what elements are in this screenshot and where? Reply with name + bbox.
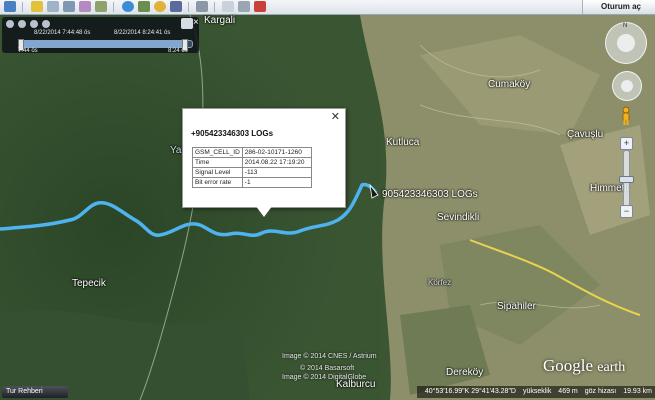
polygon-icon[interactable] <box>47 1 59 12</box>
time-range-right: 8/22/2014 8:24:41 ös <box>114 30 171 36</box>
place-cavuslu: Çavuşlu <box>567 129 604 140</box>
time-start-label: 7:44 ös <box>18 48 38 54</box>
cell-value: -1 <box>241 177 312 188</box>
move-joystick[interactable] <box>612 71 642 101</box>
time-slider-track[interactable] <box>18 39 193 51</box>
cell-value: -113 <box>241 167 312 178</box>
credit-digitalglobe: Image © 2014 DigitalGlobe <box>282 374 367 381</box>
earth-icon[interactable] <box>122 1 134 12</box>
cell-value: 286-02-10171-1260 <box>241 147 312 158</box>
balloon-table: GSM_CELL_ID 286-02-10171-1260 Time 2014.… <box>192 147 312 188</box>
place-kutluca: Kutluca <box>386 137 420 148</box>
place-ya: Ya <box>170 145 182 156</box>
place-sipahiler: Sipahiler <box>497 301 536 312</box>
status-elevation-label: yükseklik <box>522 388 552 395</box>
balloon-tail <box>255 205 273 217</box>
place-derekoy: Dereköy <box>446 367 484 378</box>
record-tour-icon[interactable] <box>95 1 107 12</box>
cell-key: GSM_CELL_ID <box>192 147 243 158</box>
place-kargali: Kargali <box>204 15 236 26</box>
status-bar: 40°53'16.99"K 29°41'43.28"D yükseklik 46… <box>416 386 655 398</box>
overlay-icon[interactable] <box>79 1 91 12</box>
status-elevation: 469 m <box>558 388 578 395</box>
cell-key: Bit error rate <box>192 177 243 188</box>
time-range-left: 8/22/2014 7:44:48 ös <box>34 30 91 36</box>
place-korfez: Körfez <box>428 278 452 287</box>
pegman-icon[interactable] <box>620 106 632 126</box>
clock-icon[interactable] <box>6 20 14 28</box>
table-row: Bit error rate -1 <box>192 177 312 188</box>
sidebar-toggle-icon[interactable] <box>4 1 16 12</box>
table-row: Signal Level -113 <box>192 167 312 178</box>
zoom-slider-thumb[interactable] <box>619 176 634 184</box>
place-cumakoy: Cumaköy <box>488 79 531 90</box>
logo-google: Google <box>543 356 594 375</box>
status-eye-altitude: 19.93 km <box>623 388 652 395</box>
zoom-out-button[interactable]: − <box>620 205 633 218</box>
look-joystick[interactable]: N <box>605 22 647 64</box>
tour-guide-button[interactable]: Tur Rehberi <box>2 386 68 398</box>
move-center-icon[interactable] <box>621 80 633 92</box>
cell-key: Signal Level <box>192 167 243 178</box>
signin-button[interactable]: Oturum aç <box>581 0 655 14</box>
info-balloon: ✕ +905423346303 LOGs GSM_CELL_ID 286-02-… <box>182 108 346 208</box>
place-sevindikli: Sevindikli <box>437 212 480 223</box>
email-icon[interactable] <box>222 1 234 12</box>
zoom-out-time-icon[interactable] <box>30 20 38 28</box>
status-eye-label: göz hizası <box>584 388 617 395</box>
zoom-in-time-icon[interactable] <box>18 20 26 28</box>
path-icon[interactable] <box>63 1 75 12</box>
credit-basarsoft: © 2014 Basarsoft <box>300 365 355 372</box>
google-earth-logo: Google earth <box>543 356 625 376</box>
historical-imagery-icon[interactable] <box>138 1 150 12</box>
time-slider-fill <box>20 41 186 47</box>
close-time-slider-icon[interactable]: × <box>193 18 199 29</box>
track-label[interactable]: 905423346303 LOGs <box>382 189 478 200</box>
time-end-label: 8:24 ös <box>168 48 188 54</box>
cell-value: 2014.08.22 17:19:20 <box>241 157 312 168</box>
look-center-icon[interactable] <box>617 34 635 52</box>
toolbar: Oturum aç <box>0 0 655 15</box>
zoom-in-button[interactable]: + <box>620 137 633 150</box>
credit-cnes: Image © 2014 CNES / Astrium <box>282 353 377 360</box>
placemark-icon[interactable] <box>31 1 43 12</box>
table-row: GSM_CELL_ID 286-02-10171-1260 <box>192 147 312 158</box>
logo-earth: earth <box>597 360 626 375</box>
north-label: N <box>623 23 628 29</box>
balloon-title: +905423346303 LOGs <box>191 129 274 138</box>
sunlight-icon[interactable] <box>154 1 166 12</box>
status-coords: 40°53'16.99"K 29°41'43.28"D <box>424 388 516 395</box>
planets-icon[interactable] <box>170 1 182 12</box>
place-tepecik: Tepecik <box>72 278 106 289</box>
google-maps-icon[interactable] <box>254 1 266 12</box>
cell-key: Time <box>192 157 243 168</box>
table-row: Time 2014.08.22 17:19:20 <box>192 157 312 168</box>
ruler-icon[interactable] <box>196 1 208 12</box>
close-icon[interactable]: ✕ <box>331 112 340 123</box>
loop-icon[interactable] <box>42 20 50 28</box>
time-slider-panel: 8/22/2014 7:44:48 ös 8/22/2014 8:24:41 ö… <box>2 17 199 54</box>
print-icon[interactable] <box>238 1 250 12</box>
wrench-icon[interactable] <box>181 18 193 29</box>
